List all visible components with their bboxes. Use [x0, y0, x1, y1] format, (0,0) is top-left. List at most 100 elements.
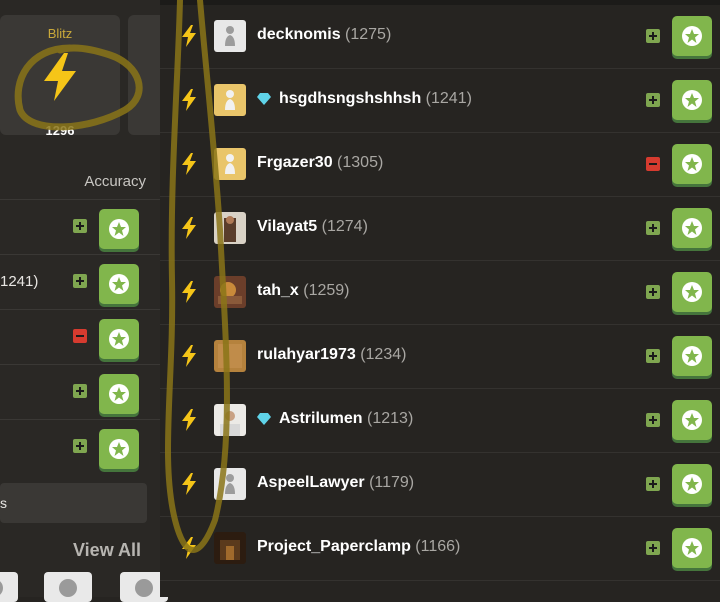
- blitz-rating-value: 1296: [45, 123, 75, 138]
- blitz-rating-card[interactable]: Blitz 1296: [0, 15, 120, 138]
- blitz-label: Blitz: [47, 26, 73, 41]
- lightning-icon: [182, 217, 196, 239]
- lightning-icon: [182, 89, 196, 111]
- avatar[interactable]: [214, 404, 246, 436]
- add-friend-icon[interactable]: [73, 219, 87, 233]
- remove-friend-icon[interactable]: [73, 329, 87, 343]
- add-friend-icon[interactable]: [646, 413, 660, 427]
- challenge-button[interactable]: [672, 400, 712, 440]
- player-name[interactable]: decknomis (1275): [257, 26, 391, 44]
- add-friend-icon[interactable]: [646, 541, 660, 555]
- star-icon: [672, 16, 712, 56]
- player-rating: (1275): [345, 26, 392, 43]
- list-item: [0, 364, 160, 420]
- avatar[interactable]: [214, 468, 246, 500]
- add-friend-icon[interactable]: [646, 221, 660, 235]
- player-name[interactable]: hsgdhsngshshhsh (1241): [257, 90, 472, 108]
- left-action-bar[interactable]: s: [0, 483, 147, 523]
- lightning-icon: [182, 537, 196, 559]
- challenge-button[interactable]: [672, 144, 712, 184]
- player-name[interactable]: rulahyar1973 (1234): [257, 346, 406, 364]
- challenge-button[interactable]: [672, 464, 712, 504]
- player-rating: (1166): [415, 538, 461, 555]
- player-row[interactable]: AspeelLawyer (1179): [160, 452, 720, 517]
- lightning-icon: [182, 473, 196, 495]
- add-friend-icon[interactable]: [73, 274, 87, 288]
- player-username: hsgdhsngshshhsh: [279, 90, 426, 107]
- player-row[interactable]: Astrilumen (1213): [160, 388, 720, 453]
- challenge-button[interactable]: [99, 319, 139, 359]
- challenge-button[interactable]: [99, 374, 139, 414]
- avatar[interactable]: [214, 84, 246, 116]
- player-row[interactable]: Project_Paperclamp (1166): [160, 516, 720, 581]
- player-rating: (1213): [367, 410, 414, 427]
- add-friend-icon[interactable]: [646, 285, 660, 299]
- player-row[interactable]: tah_x (1259): [160, 260, 720, 325]
- player-username: Project_Paperclamp: [257, 538, 416, 555]
- left-panel: Blitz 1296 Accuracy 1241) s View All: [0, 0, 168, 602]
- lightning-icon: [182, 25, 196, 47]
- challenge-button[interactable]: [672, 336, 712, 376]
- challenge-button[interactable]: [99, 429, 139, 469]
- avatar[interactable]: [214, 212, 246, 244]
- list-item: [0, 199, 160, 255]
- lightning-icon: [182, 281, 196, 303]
- add-friend-icon[interactable]: [73, 384, 87, 398]
- add-friend-icon[interactable]: [73, 439, 87, 453]
- player-rating: (1179): [369, 474, 415, 491]
- star-icon: [672, 208, 712, 248]
- list-item: [0, 419, 160, 475]
- player-username: tah_x: [257, 282, 304, 299]
- add-friend-icon[interactable]: [646, 477, 660, 491]
- avatar[interactable]: [44, 572, 92, 602]
- add-friend-icon[interactable]: [646, 93, 660, 107]
- avatar[interactable]: [214, 148, 246, 180]
- challenge-button[interactable]: [672, 80, 712, 120]
- player-name[interactable]: Vilayat5 (1274): [257, 218, 368, 236]
- player-row[interactable]: decknomis (1275): [160, 4, 720, 69]
- avatar[interactable]: [214, 340, 246, 372]
- list-item-text: 1241): [0, 273, 39, 290]
- player-name[interactable]: AspeelLawyer (1179): [257, 474, 414, 492]
- avatar[interactable]: [214, 532, 246, 564]
- player-rating: (1274): [321, 218, 368, 235]
- lightning-icon: [182, 153, 196, 175]
- add-friend-icon[interactable]: [646, 349, 660, 363]
- add-friend-icon[interactable]: [646, 29, 660, 43]
- player-username: decknomis: [257, 26, 346, 43]
- star-icon: [672, 80, 712, 120]
- accuracy-header: Accuracy: [84, 173, 146, 190]
- player-row[interactable]: rulahyar1973 (1234): [160, 324, 720, 389]
- challenge-button[interactable]: [99, 264, 139, 304]
- player-username: Astrilumen: [279, 410, 368, 427]
- player-name[interactable]: tah_x (1259): [257, 282, 350, 300]
- avatar[interactable]: [214, 20, 246, 52]
- view-all-link[interactable]: View All: [73, 540, 141, 561]
- player-name[interactable]: Project_Paperclamp (1166): [257, 538, 460, 556]
- avatar[interactable]: [214, 276, 246, 308]
- player-row[interactable]: Vilayat5 (1274): [160, 196, 720, 261]
- lightning-icon: [44, 53, 76, 101]
- avatar[interactable]: [0, 572, 18, 602]
- challenge-button[interactable]: [99, 209, 139, 249]
- player-row[interactable]: Frgazer30 (1305): [160, 132, 720, 197]
- list-item: [0, 309, 160, 365]
- player-rating: (1234): [360, 346, 407, 363]
- star-icon: [672, 464, 712, 504]
- player-name[interactable]: Frgazer30 (1305): [257, 154, 383, 172]
- challenge-button[interactable]: [672, 16, 712, 56]
- player-rating: (1305): [337, 154, 384, 171]
- challenge-button[interactable]: [672, 208, 712, 248]
- lightning-icon: [182, 345, 196, 367]
- diamond-icon: [257, 412, 271, 425]
- player-name[interactable]: Astrilumen (1213): [257, 410, 413, 428]
- remove-friend-icon[interactable]: [646, 157, 660, 171]
- diamond-icon: [257, 92, 271, 105]
- player-username: Vilayat5: [257, 218, 322, 235]
- star-icon: [672, 400, 712, 440]
- star-icon: [672, 144, 712, 184]
- player-row[interactable]: hsgdhsngshshhsh (1241): [160, 68, 720, 133]
- challenge-button[interactable]: [672, 272, 712, 312]
- challenge-button[interactable]: [672, 528, 712, 568]
- star-icon: [672, 336, 712, 376]
